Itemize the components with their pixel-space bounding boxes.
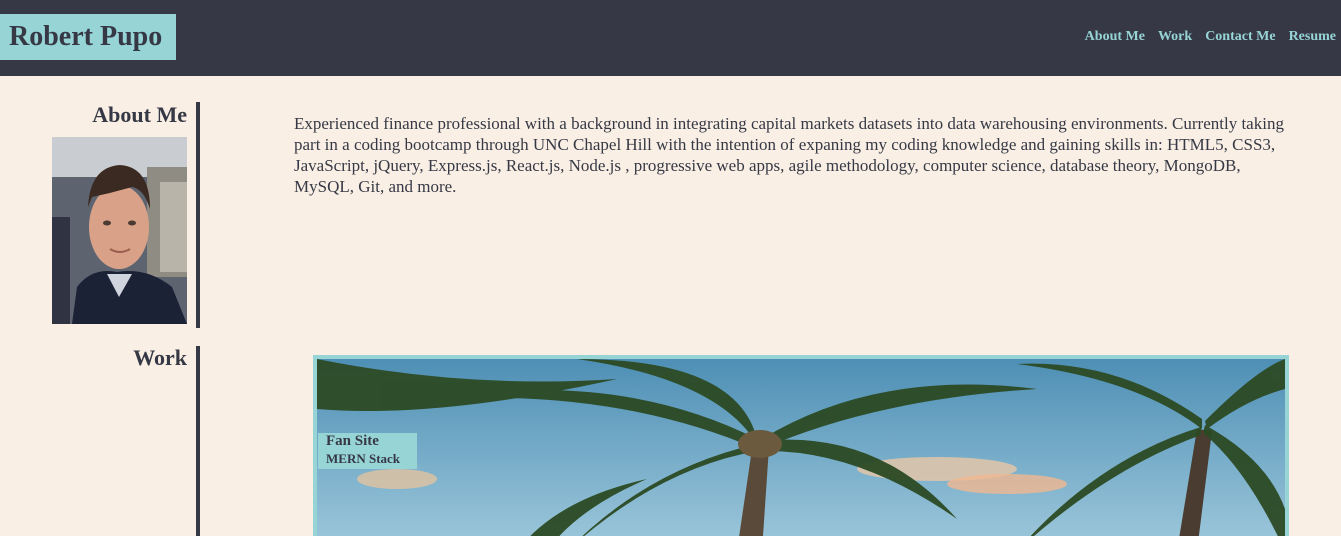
profile-photo-image [52, 137, 187, 324]
palm-trees-image [317, 359, 1285, 536]
main-nav: About Me Work Contact Me Resume [1085, 29, 1336, 45]
project-label[interactable]: Fan Site MERN Stack [318, 433, 417, 469]
work-heading: Work [133, 345, 187, 370]
about-divider [196, 102, 200, 328]
project-card[interactable] [313, 355, 1289, 536]
brand-name[interactable]: Robert Pupo [9, 22, 162, 52]
work-divider [196, 346, 200, 536]
about-text: Experienced finance professional with a … [294, 114, 1284, 196]
about-heading: About Me [92, 102, 187, 127]
nav-link-contact-me[interactable]: Contact Me [1205, 29, 1275, 45]
project-subtitle: MERN Stack [326, 451, 401, 466]
brand-box[interactable]: Robert Pupo [0, 14, 176, 60]
profile-photo [52, 137, 187, 324]
site-header: Robert Pupo About Me Work Contact Me Res… [0, 0, 1341, 76]
nav-link-about-me[interactable]: About Me [1085, 29, 1145, 45]
project-title[interactable]: Fan Site [326, 433, 409, 450]
nav-link-work[interactable]: Work [1158, 29, 1192, 45]
nav-link-resume[interactable]: Resume [1289, 29, 1336, 45]
